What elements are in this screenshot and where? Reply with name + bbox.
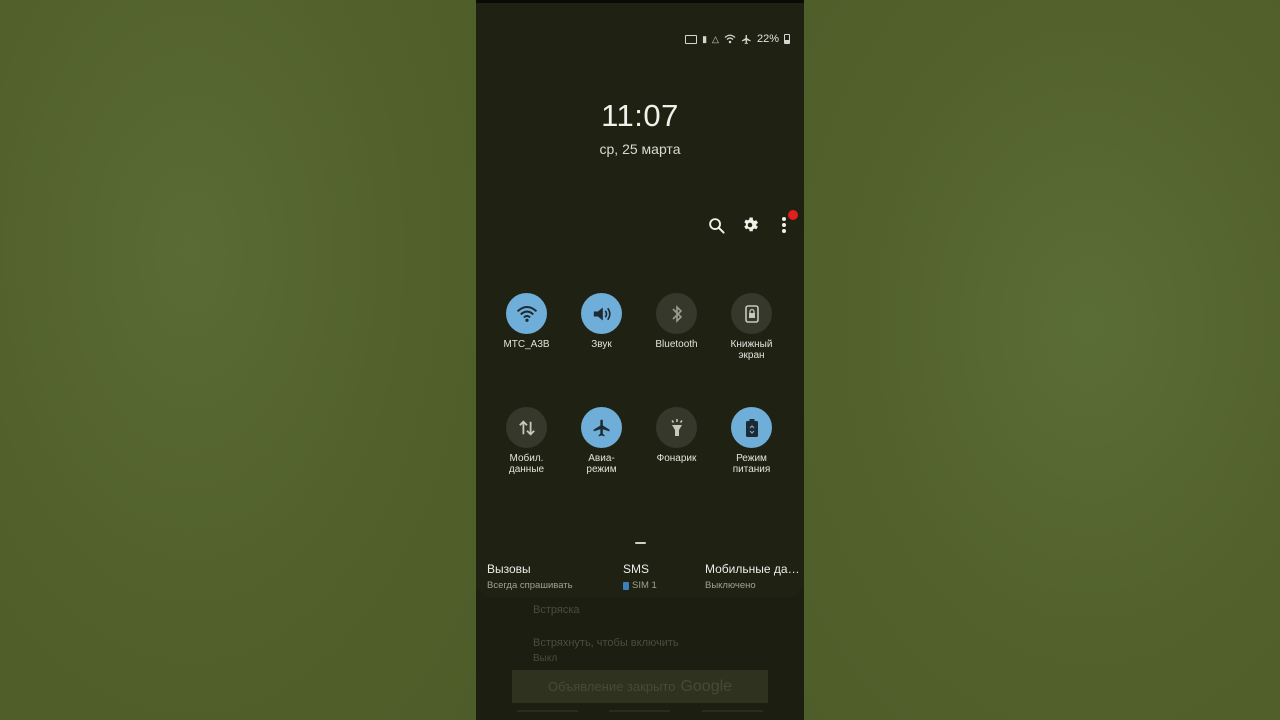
settings-icon [744, 217, 758, 232]
tile-mobile-data[interactable]: Мобил. данные [489, 407, 564, 475]
nav-home-button[interactable] [609, 710, 670, 712]
sim-card-icon [623, 581, 629, 590]
search-icon [708, 217, 725, 234]
panel-actions [706, 210, 798, 236]
nav-recents-button[interactable] [517, 710, 578, 712]
tile-flashlight[interactable]: Фонарик [639, 407, 714, 475]
sim-sms-value-row: SIM 1 [623, 580, 657, 591]
sim-sms-value: SIM 1 [632, 580, 657, 591]
sim-calls-title: Вызовы [487, 562, 531, 576]
sim-mobile-data-title: Мобильные да… [705, 562, 800, 576]
panel-drag-handle[interactable] [635, 542, 646, 544]
sd-card-icon: ▮ [702, 34, 708, 44]
battery-icon [784, 34, 790, 44]
clock-date: ср, 25 марта [599, 141, 681, 157]
battery-percent: 22% [756, 33, 779, 45]
phone-top-edge [476, 0, 804, 3]
tile-portrait-label: Книжный экран [730, 339, 773, 361]
tile-wifi-button[interactable] [506, 293, 547, 334]
wifi-icon [516, 305, 537, 322]
notification-badge [788, 210, 798, 220]
more-options-icon [782, 217, 786, 233]
tile-portrait[interactable]: Книжный экран [714, 293, 789, 361]
tile-wifi[interactable]: МТС_A3B [489, 293, 564, 361]
tile-mobile-data-label: Мобил. данные [508, 453, 545, 475]
tile-portrait-button[interactable] [731, 293, 772, 334]
cast-icon [685, 34, 698, 44]
sim-settings-panel: Вызовы Всегда спрашивать SMS SIM 1 Мобил… [476, 552, 804, 598]
flashlight-icon [670, 418, 683, 436]
tile-bluetooth-button[interactable] [656, 293, 697, 334]
sim-calls-value: Всегда спрашивать [487, 580, 573, 591]
vibration-label: Встряска [533, 604, 580, 616]
tile-sound[interactable]: Звук [564, 293, 639, 361]
settings-button[interactable] [740, 214, 760, 236]
navigation-bar [476, 704, 804, 720]
tile-bluetooth[interactable]: Bluetooth [639, 293, 714, 361]
video-background-right [804, 0, 1280, 720]
shake-value: Выкл [533, 653, 558, 664]
mobile-data-icon [518, 419, 535, 436]
tile-mobile-data-button[interactable] [506, 407, 547, 448]
sim-calls[interactable]: Вызовы Всегда спрашивать [487, 562, 573, 591]
wifi-icon [724, 34, 736, 44]
status-bar: ▮ △ 22% [685, 32, 790, 46]
sim-mobile-data[interactable]: Мобильные да… Выключено [705, 562, 800, 591]
quick-settings-row-2: Мобил. данные Авиа- режим Фонарик Режим … [489, 407, 789, 475]
phone-screen: ▮ △ 22% 11:07 ср, 25 марта МТС_A3B Звук … [476, 0, 804, 720]
ad-closed-text: Объявление закрыто [547, 679, 676, 694]
more-options-button[interactable] [774, 210, 798, 236]
tile-flashlight-label: Фонарик [656, 453, 697, 464]
sync-icon: △ [712, 34, 719, 44]
sim-mobile-data-value: Выключено [705, 580, 756, 591]
video-background-left [0, 0, 476, 720]
airplane-icon [593, 419, 609, 436]
sound-icon [593, 306, 611, 321]
tile-power-mode[interactable]: Режим питания [714, 407, 789, 475]
tile-wifi-label: МТС_A3B [503, 339, 550, 350]
airplane-icon [741, 34, 751, 44]
nav-back-button[interactable] [702, 710, 763, 712]
google-logo: Google [680, 677, 733, 695]
tile-airplane[interactable]: Авиа- режим [564, 407, 639, 475]
tile-flashlight-button[interactable] [656, 407, 697, 448]
portrait-lock-icon [744, 304, 759, 323]
tile-bluetooth-label: Bluetooth [655, 339, 698, 350]
tile-sound-label: Звук [591, 339, 612, 350]
tile-power-mode-label: Режим питания [732, 453, 771, 475]
sim-sms[interactable]: SMS SIM 1 [623, 562, 657, 591]
tile-power-mode-button[interactable] [731, 407, 772, 448]
search-button[interactable] [706, 214, 726, 236]
clock-time: 11:07 [601, 98, 679, 133]
tile-sound-button[interactable] [581, 293, 622, 334]
sim-sms-title: SMS [623, 562, 650, 576]
background-settings-content: Встряска Встряхнуть, чтобы включить Выкл… [476, 590, 804, 720]
power-mode-icon [745, 418, 758, 437]
ad-closed-banner: Объявление закрыто Google [512, 670, 768, 703]
quick-settings-row-1: МТС_A3B Звук Bluetooth Книжный экран [489, 293, 789, 361]
bluetooth-icon [671, 304, 682, 323]
tile-airplane-button[interactable] [581, 407, 622, 448]
shake-label: Встряхнуть, чтобы включить [533, 637, 679, 649]
tile-airplane-label: Авиа- режим [586, 453, 617, 475]
